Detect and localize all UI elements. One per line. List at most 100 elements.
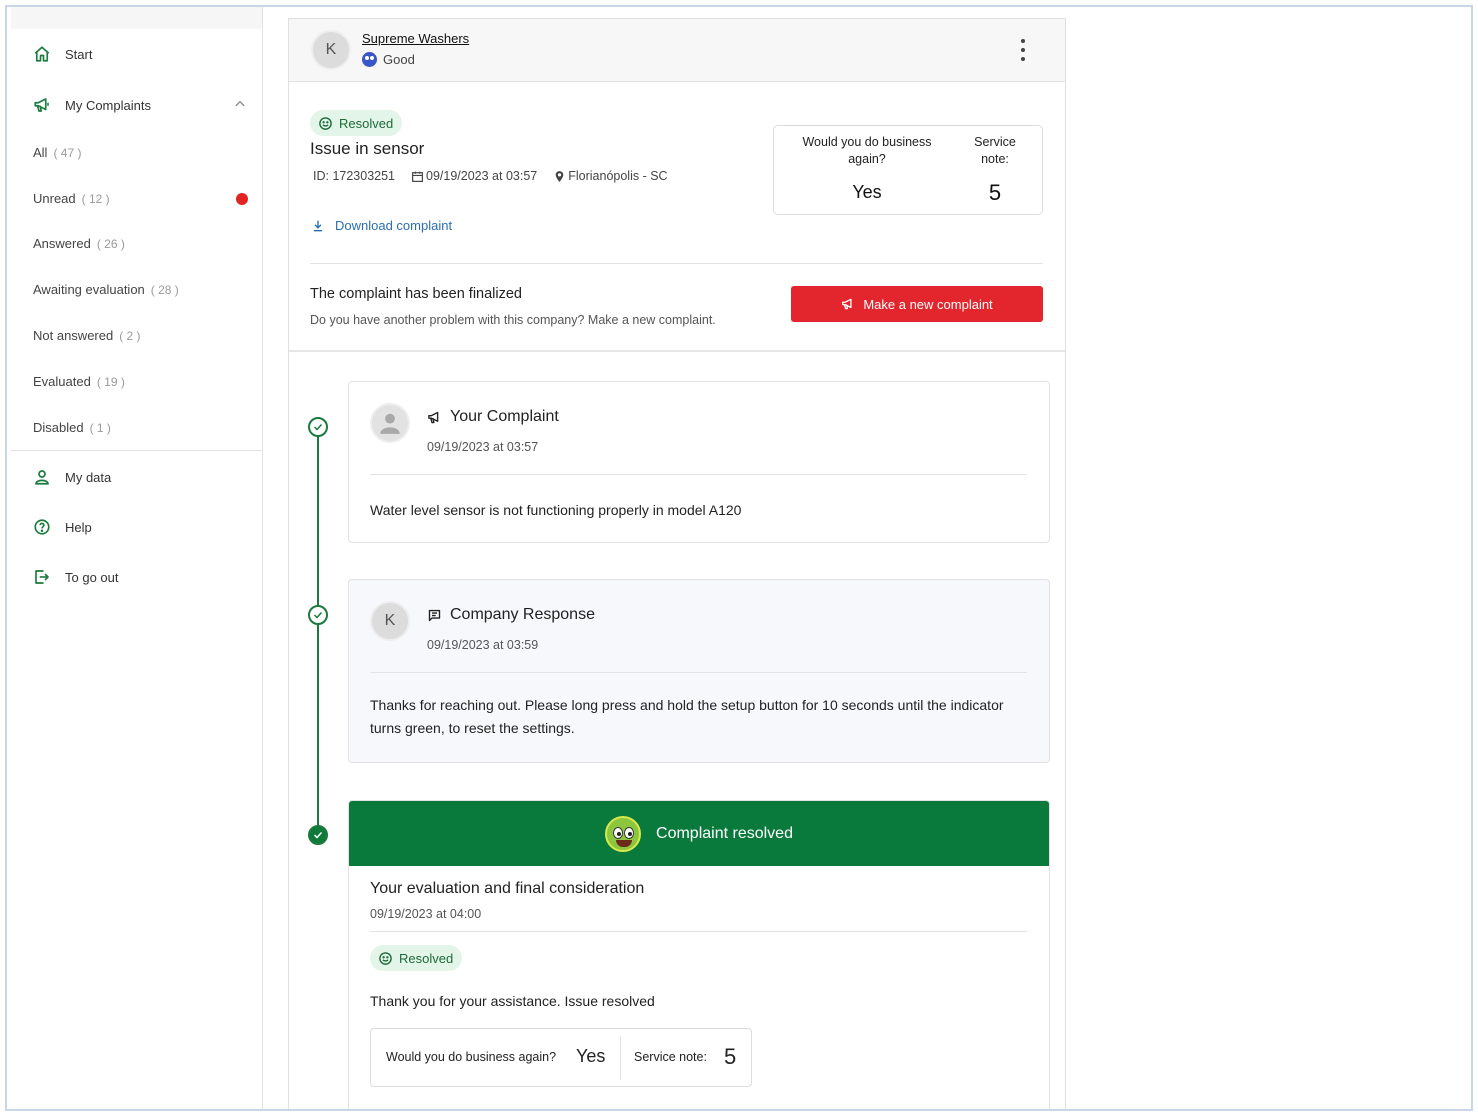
- card-date: 09/19/2023 at 03:57: [427, 440, 539, 454]
- megaphone-icon: [33, 96, 51, 114]
- card-date: 09/19/2023 at 03:59: [427, 638, 539, 652]
- complaint-location-text: Florianópolis - SC: [568, 169, 668, 183]
- complaint-text: Water level sensor is not functioning pr…: [370, 502, 742, 518]
- reputation-label: Good: [383, 52, 415, 67]
- divider: [370, 672, 1027, 673]
- sidebar-item-start[interactable]: Start: [11, 45, 92, 63]
- user-icon: [33, 468, 51, 486]
- filter-answered[interactable]: Answered ( 26 ): [33, 236, 248, 251]
- final-consideration-text: Thank you for your assistance. Issue res…: [370, 993, 655, 1009]
- divider: [370, 474, 1027, 475]
- filter-awaiting-evaluation[interactable]: Awaiting evaluation ( 28 ): [33, 282, 248, 297]
- filter-count: ( 28 ): [150, 283, 179, 297]
- sidebar-item-my-complaints[interactable]: My Complaints: [11, 96, 263, 114]
- status-badge: Resolved: [310, 110, 403, 136]
- download-complaint-link[interactable]: Download complaint: [311, 218, 452, 233]
- company-avatar: K: [311, 30, 351, 70]
- card-title: Your Complaint: [427, 408, 559, 426]
- logout-icon: [33, 568, 51, 586]
- home-icon: [33, 45, 51, 63]
- button-label: Make a new complaint: [863, 296, 993, 312]
- download-icon: [313, 220, 323, 231]
- business-again-question: Would you do business again?: [386, 1050, 557, 1064]
- filter-count: ( 2 ): [119, 329, 141, 343]
- service-note-question: Service note:: [634, 1050, 707, 1064]
- status-label: Resolved: [339, 115, 394, 131]
- happy-face-icon: [605, 815, 642, 852]
- complaint-id: ID: 172303251: [313, 169, 396, 183]
- sidebar-item-label: Start: [65, 46, 93, 62]
- finalized-subtitle: Do you have another problem with this co…: [310, 313, 716, 327]
- complaint-meta: ID: 172303251 09/19/2023 at 03:57 Floria…: [313, 169, 668, 183]
- divider: [370, 931, 1027, 932]
- status-badge: Resolved: [370, 945, 463, 971]
- company-header: K Supreme Washers Good: [289, 19, 1065, 82]
- complaint-date: 09/19/2023 at 03:57: [411, 169, 537, 183]
- timeline-check-icon: [308, 417, 328, 437]
- location-pin-icon: [555, 170, 564, 182]
- timeline-check-filled-icon: [308, 825, 328, 845]
- filter-label: Evaluated: [33, 374, 91, 389]
- reputation-face-icon: [362, 52, 377, 67]
- chevron-up-icon[interactable]: [233, 97, 247, 114]
- sidebar: Start My Complaints All ( 47 ) Unread ( 12…: [11, 7, 263, 1109]
- filter-label: Awaiting evaluation: [33, 282, 145, 297]
- timeline-check-icon: [308, 605, 328, 625]
- response-text: Thanks for reaching out. Please long pre…: [370, 697, 1004, 736]
- filter-not-answered[interactable]: Not answered ( 2 ): [33, 328, 248, 343]
- card-title: Company Response: [427, 606, 595, 624]
- evaluation-date: 09/19/2023 at 04:00: [370, 907, 482, 921]
- company-name-link[interactable]: Supreme Washers: [362, 31, 469, 46]
- filter-count: ( 12 ): [81, 192, 110, 206]
- filter-all[interactable]: All ( 47 ): [33, 145, 248, 160]
- company-avatar: K: [370, 601, 410, 641]
- final-evaluation-summary: Would you do business again? Yes Service…: [370, 1028, 752, 1087]
- service-note-value: 5: [988, 180, 1002, 205]
- section-divider: [289, 350, 1065, 352]
- filter-label: All: [33, 145, 48, 160]
- divider: [310, 263, 1043, 264]
- banner-text: Complaint resolved: [656, 824, 793, 842]
- filter-disabled[interactable]: Disabled ( 1 ): [33, 420, 248, 435]
- make-new-complaint-button[interactable]: Make a new complaint: [791, 286, 1043, 322]
- timeline-line: [317, 427, 319, 837]
- status-label: Resolved: [399, 950, 454, 966]
- sidebar-item-help[interactable]: Help: [11, 518, 92, 536]
- service-note-question: Service note:: [974, 135, 1016, 166]
- sidebar-divider: [11, 450, 263, 451]
- card-title-text: Company Response: [450, 606, 595, 623]
- filter-count: ( 1 ): [89, 421, 111, 435]
- more-options-icon[interactable]: [1015, 39, 1031, 61]
- sidebar-item-logout[interactable]: To go out: [11, 568, 119, 586]
- unread-indicator-dot: [236, 193, 248, 205]
- app-frame: Start My Complaints All ( 47 ) Unread ( 12…: [5, 5, 1473, 1111]
- complaint-location: Florianópolis - SC: [553, 169, 668, 183]
- sidebar-item-label: My data: [65, 469, 112, 485]
- download-label: Download complaint: [335, 218, 453, 233]
- sidebar-item-label: Help: [65, 519, 92, 535]
- company-reputation: Good: [362, 52, 415, 67]
- filter-label: Disabled: [33, 420, 84, 435]
- complaint-title: Issue in sensor: [310, 139, 425, 158]
- help-circle-icon: [33, 518, 51, 536]
- user-silhouette-icon: [380, 413, 400, 434]
- sidebar-item-label: To go out: [65, 569, 119, 585]
- sidebar-topbar: [11, 7, 262, 29]
- filter-evaluated[interactable]: Evaluated ( 19 ): [33, 374, 248, 389]
- sidebar-item-label: My Complaints: [65, 97, 151, 113]
- sidebar-item-my-data[interactable]: My data: [11, 468, 111, 486]
- smile-icon: [379, 951, 392, 965]
- resolved-banner: Complaint resolved: [349, 801, 1049, 866]
- business-again-question: Would you do business again?: [802, 135, 932, 166]
- complaint-resolved-card: Complaint resolved Your evaluation and f…: [348, 800, 1050, 1109]
- evaluation-summary: Would you do business again? Yes Service…: [773, 125, 1043, 215]
- complaint-detail-card: K Supreme Washers Good Resolved Issue in…: [288, 18, 1066, 1109]
- your-complaint-card: Your Complaint 09/19/2023 at 03:57 Water…: [348, 381, 1050, 543]
- company-response-card: K Company Response 09/19/2023 at 03:59 T…: [348, 579, 1050, 763]
- user-avatar: [370, 403, 410, 443]
- evaluation-title: Your evaluation and final consideration: [370, 880, 645, 897]
- megaphone-icon: [842, 298, 852, 310]
- megaphone-icon: [428, 411, 439, 423]
- filter-unread[interactable]: Unread ( 12 ): [33, 191, 248, 206]
- filter-count: ( 26 ): [96, 237, 125, 251]
